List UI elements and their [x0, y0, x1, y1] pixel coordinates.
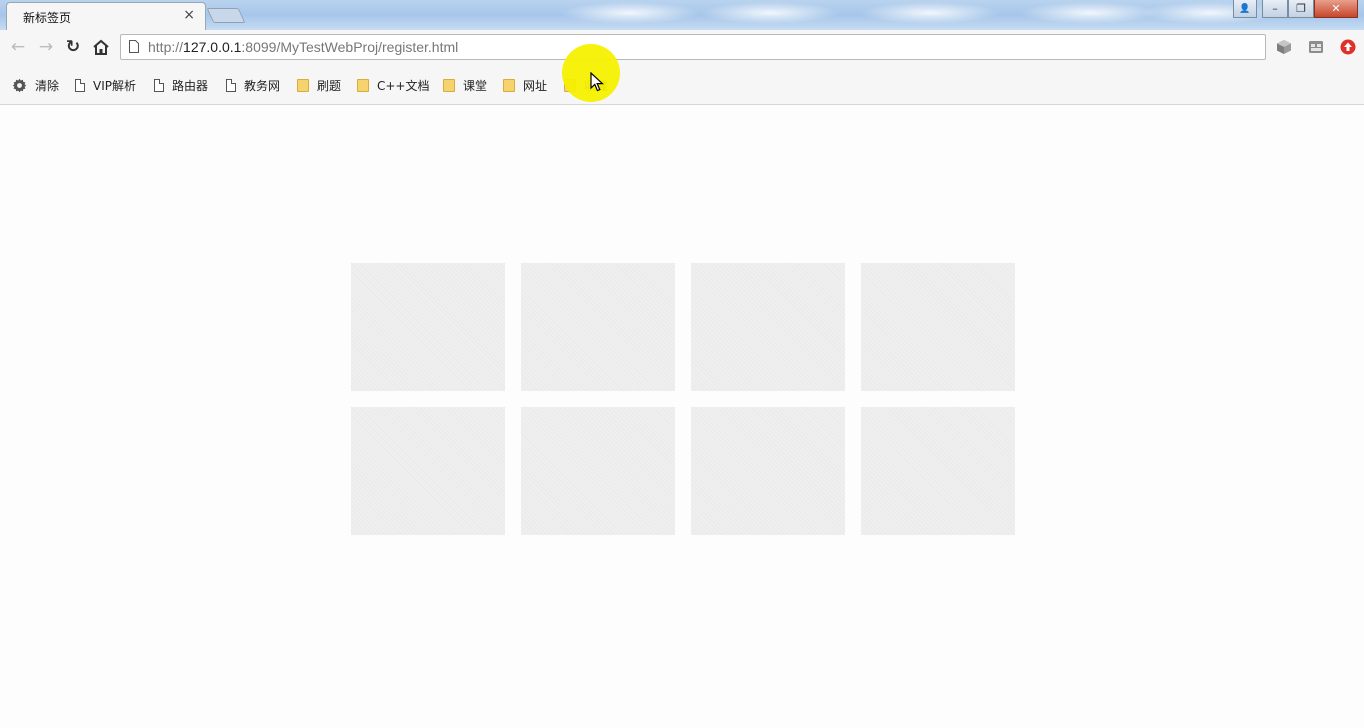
mouse-cursor-icon — [590, 72, 604, 92]
bookmark-academic[interactable]: 教务网 — [226, 77, 280, 93]
bookmark-label: 刷题 — [317, 78, 342, 93]
window-title-bar: 新标签页 × 👤 – ❐ ✕ — [0, 0, 1364, 30]
window-close-button[interactable]: ✕ — [1314, 0, 1358, 18]
restore-icon: ❐ — [1296, 2, 1306, 15]
page-icon — [226, 78, 236, 92]
window-icon — [1309, 41, 1323, 53]
new-tab-page — [0, 105, 1364, 728]
user-profile-button[interactable]: 👤 — [1233, 0, 1257, 18]
titlebar-glow — [700, 2, 840, 24]
most-visited-tile[interactable] — [521, 263, 675, 391]
cube-icon — [1277, 40, 1291, 54]
red-upload-icon — [1340, 39, 1356, 55]
reload-icon: ↻ — [65, 37, 81, 57]
bookmark-label: 清除 — [35, 78, 60, 93]
titlebar-glow — [1020, 2, 1160, 24]
cube-extension-button[interactable] — [1275, 38, 1293, 56]
bookmark-vip[interactable]: VIP解析 — [75, 77, 136, 93]
home-icon — [93, 39, 109, 55]
forward-arrow-icon: → — [38, 37, 54, 57]
page-icon — [75, 78, 85, 92]
bookmark-label: 网址 — [523, 78, 548, 93]
address-bar[interactable]: http://127.0.0.1:8099/MyTestWebProj/regi… — [120, 34, 1266, 60]
folder-icon — [443, 78, 455, 92]
bookmark-label: VIP解析 — [93, 78, 136, 93]
bookmark-router[interactable]: 路由器 — [154, 77, 208, 93]
folder-icon — [357, 78, 369, 92]
bookmark-folder-classroom[interactable]: 课堂 — [443, 77, 487, 93]
window-extension-button[interactable] — [1307, 38, 1325, 56]
gear-icon — [12, 78, 27, 92]
minimize-icon: – — [1272, 2, 1278, 15]
url-host: 127.0.0.1 — [183, 39, 242, 55]
most-visited-tile[interactable] — [861, 263, 1015, 391]
bookmark-folder-practice[interactable]: 刷题 — [297, 77, 341, 93]
url-path: :8099/MyTestWebProj/register.html — [241, 39, 459, 55]
bookmark-label: 教务网 — [244, 78, 281, 93]
tab-title: 新标签页 — [23, 11, 72, 25]
home-button[interactable] — [91, 37, 111, 57]
folder-icon — [297, 78, 309, 92]
most-visited-tile[interactable] — [351, 407, 505, 535]
close-icon: ✕ — [1331, 2, 1341, 15]
titlebar-glow — [560, 2, 700, 24]
most-visited-tile[interactable] — [351, 263, 505, 391]
most-visited-tile[interactable] — [521, 407, 675, 535]
page-icon — [154, 78, 164, 92]
tab-close-icon[interactable]: × — [183, 8, 195, 22]
most-visited-tile[interactable] — [691, 263, 845, 391]
bookmark-label: 课堂 — [463, 78, 488, 93]
minimize-button[interactable]: – — [1262, 0, 1288, 18]
back-arrow-icon: ← — [10, 37, 26, 57]
user-icon: 👤 — [1239, 3, 1251, 14]
folder-icon — [503, 78, 515, 92]
url-scheme: http:// — [148, 39, 184, 55]
browser-toolbar: ← → ↻ http://127.0.0.1:8099/MyTestWebPro… — [0, 30, 1364, 64]
restore-button[interactable]: ❐ — [1288, 0, 1314, 18]
tab-new-tab[interactable]: 新标签页 × — [6, 2, 206, 30]
bookmark-folder-cpp-docs[interactable]: C++文档 — [357, 77, 430, 93]
page-info-icon[interactable] — [129, 40, 139, 53]
bookmark-folder-urls[interactable]: 网址 — [503, 77, 547, 93]
most-visited-tile[interactable] — [691, 407, 845, 535]
back-button[interactable]: ← — [8, 37, 28, 57]
upload-extension-button[interactable] — [1339, 38, 1357, 56]
reload-button[interactable]: ↻ — [63, 37, 83, 57]
bookmarks-bar: 清除 VIP解析 路由器 教务网 刷题 C++文档 课堂 网址 收藏 — [0, 64, 1364, 105]
bookmark-clear[interactable]: 清除 — [12, 77, 59, 93]
url-text[interactable]: http://127.0.0.1:8099/MyTestWebProj/regi… — [148, 39, 458, 55]
new-tab-button[interactable] — [206, 8, 246, 23]
titlebar-glow — [860, 2, 1000, 24]
bookmark-label: C++文档 — [377, 78, 430, 93]
forward-button[interactable]: → — [36, 37, 56, 57]
titlebar-glow — [1140, 2, 1280, 24]
most-visited-tile[interactable] — [861, 407, 1015, 535]
bookmark-label: 路由器 — [172, 78, 209, 93]
